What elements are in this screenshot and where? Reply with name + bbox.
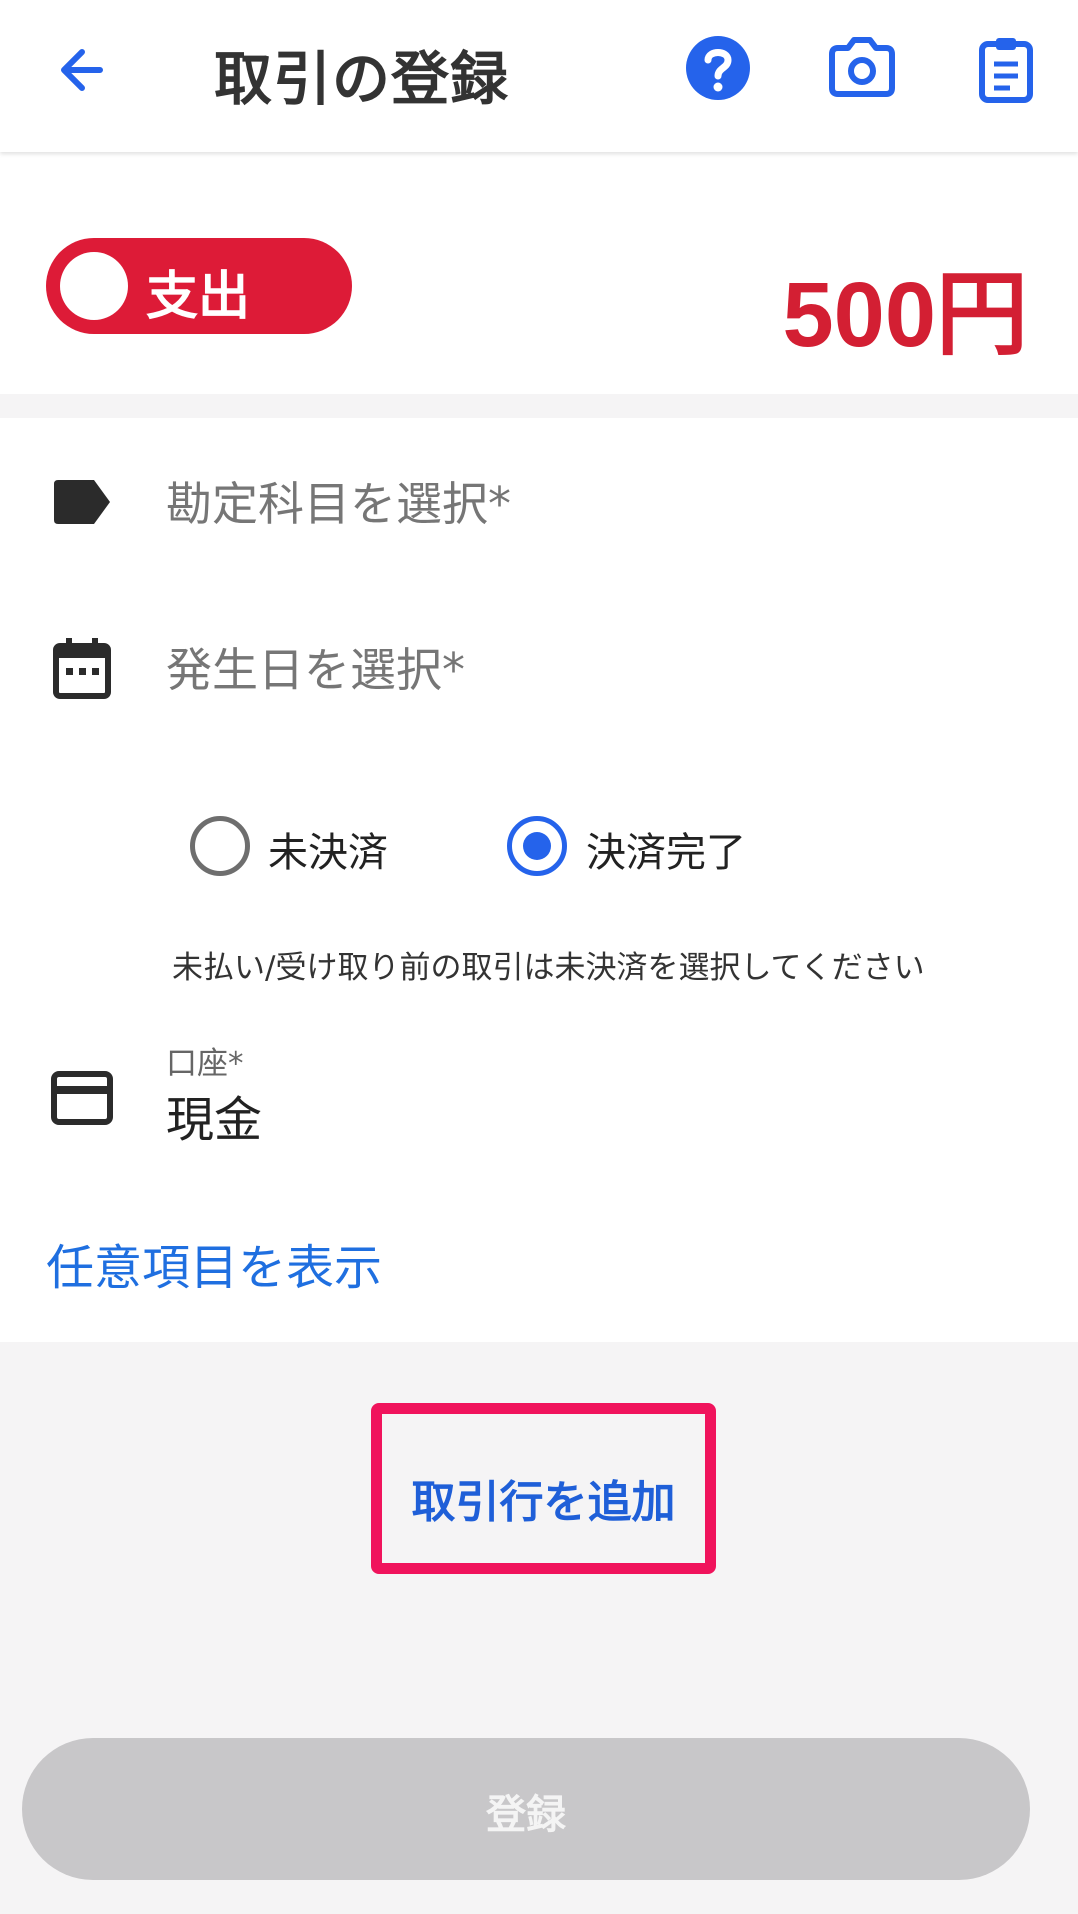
radio-unsettled[interactable] [190,816,250,876]
radio-settled[interactable] [507,816,567,876]
account-field[interactable]: 現金 [166,1080,262,1150]
toggle-label: 支出 [146,267,251,327]
register-label: 登録 [486,1792,566,1838]
account-label: 口座* [166,1046,244,1082]
expense-toggle[interactable]: 支出 [46,238,352,334]
transaction-form: 勘定科目を選択* 発生日を選択* 未決済 決済完了 未払い/受け取り前の取引は未… [0,418,1078,1342]
date-select[interactable]: 発生日を選択* [166,634,465,700]
calendar-icon [53,638,111,699]
transaction-summary: 支出 500円 [0,152,1078,394]
add-row-button[interactable]: 取引行を追加 [371,1403,716,1574]
radio-unsettled-label[interactable]: 未決済 [268,820,388,878]
account-item-select[interactable]: 勘定科目を選択* [166,468,511,534]
settlement-hint: 未払い/受け取り前の取引は未決済を選択してください [172,950,925,986]
credit-card-icon [51,1071,113,1125]
toggle-knob [60,252,128,320]
show-optional-link[interactable]: 任意項目を表示 [46,1228,382,1298]
register-button[interactable]: 登録 [22,1738,1030,1880]
camera-icon[interactable] [826,32,898,104]
tag-icon [54,480,110,524]
back-arrow-icon[interactable] [50,38,114,102]
app-bar: 取引の登録 [0,0,1078,152]
clipboard-icon[interactable] [970,32,1042,104]
add-row-label: 取引行を追加 [411,1477,676,1528]
page-title: 取引の登録 [214,45,510,113]
help-icon[interactable] [682,32,754,104]
radio-settled-label[interactable]: 決済完了 [586,820,746,878]
amount-display[interactable]: 500円 [783,240,1029,373]
